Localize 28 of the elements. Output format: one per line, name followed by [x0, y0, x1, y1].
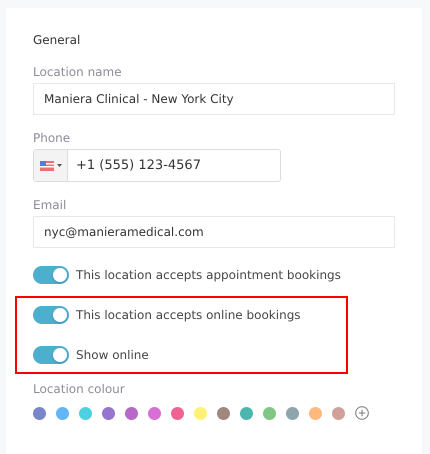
colour-swatch[interactable]	[332, 406, 345, 420]
colour-swatch[interactable]	[171, 406, 184, 420]
colour-swatch[interactable]	[33, 406, 46, 420]
field-label: Location colour	[33, 382, 126, 396]
colour-swatch[interactable]	[148, 406, 161, 420]
colour-swatch[interactable]	[79, 406, 92, 420]
field-label: Phone	[33, 131, 72, 145]
colour-swatch[interactable]	[240, 406, 253, 420]
colour-swatch[interactable]	[194, 406, 207, 420]
toggle-switch[interactable]	[33, 266, 69, 284]
section-title: General	[33, 33, 82, 47]
colour-swatch[interactable]	[102, 406, 115, 420]
toggle-label: This location accepts appointment bookings	[76, 268, 341, 282]
colour-swatch[interactable]	[309, 406, 322, 420]
field-label: Email	[33, 198, 68, 212]
toggle-switch[interactable]	[33, 306, 69, 324]
toggle-label: Show online	[76, 348, 149, 362]
toggle-label: This location accepts online bookings	[76, 308, 301, 322]
toggle-switch[interactable]	[33, 346, 69, 364]
colour-swatch[interactable]	[217, 406, 230, 420]
colour-swatch[interactable]	[263, 406, 276, 420]
field-label: Location name	[33, 65, 123, 79]
colour-swatch[interactable]	[125, 406, 138, 420]
colour-swatch[interactable]	[286, 406, 299, 420]
input-field[interactable]: Maniera Clinical - New York City	[33, 83, 395, 115]
input-field[interactable]: nyc@manieramedical.com	[33, 216, 395, 248]
colour-swatch[interactable]	[56, 406, 69, 420]
add-icon[interactable]	[355, 406, 369, 420]
